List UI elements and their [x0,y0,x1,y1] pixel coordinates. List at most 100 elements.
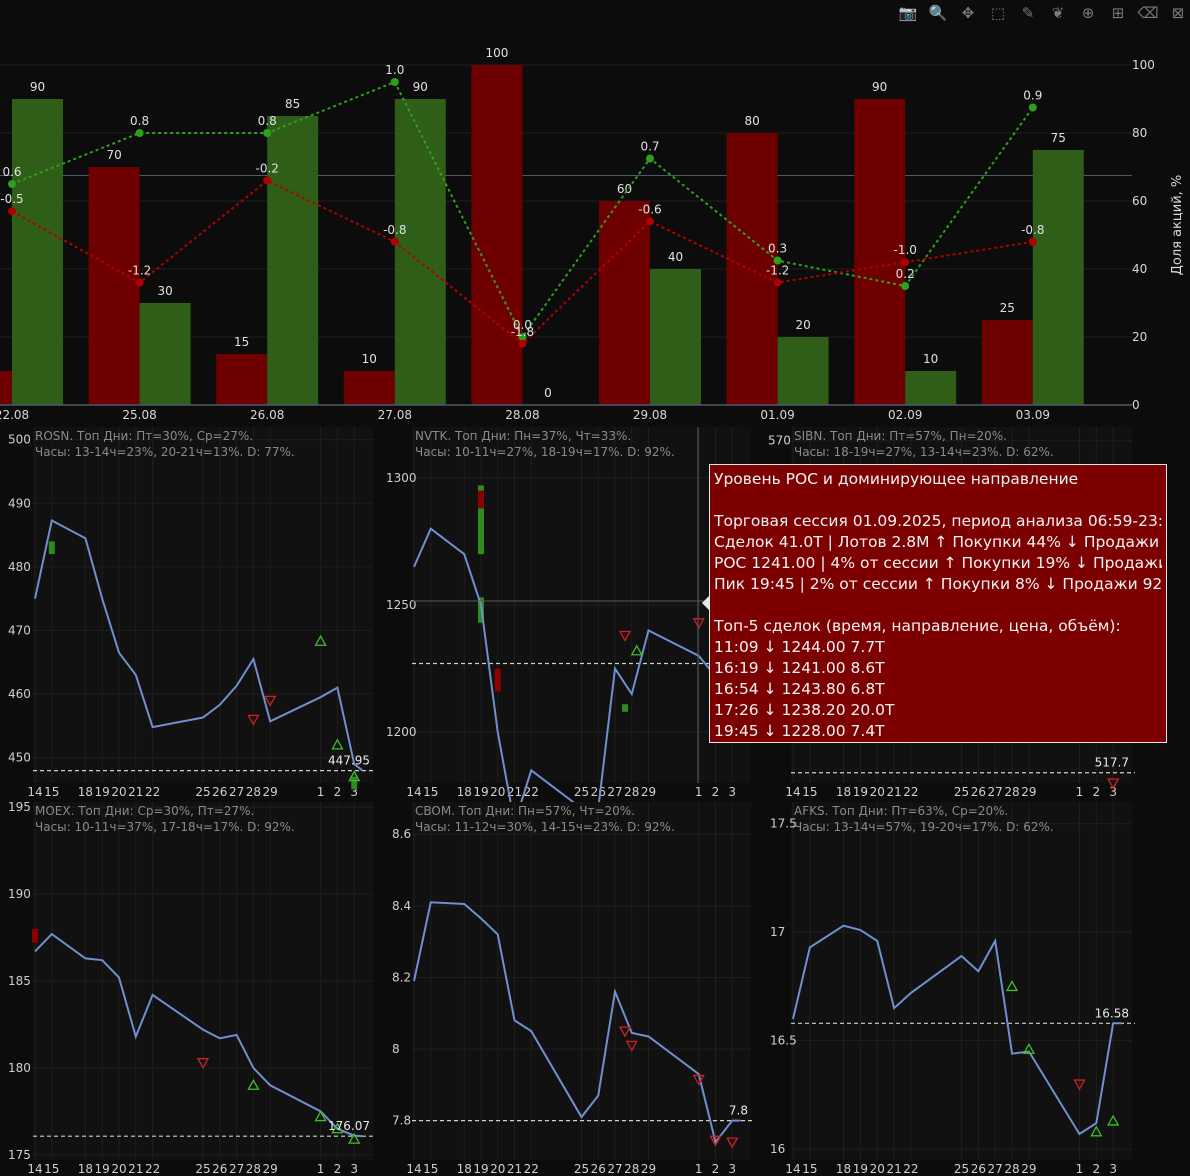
tooltip-line: 17:26 ↓ 1238.20 20.0T [714,701,895,719]
panel-xtick-label: 1 [1076,1162,1084,1176]
panel-xtick-label: 29 [1021,785,1036,799]
main-bar-label: 20 [795,318,810,332]
panel-xtick-label: 25 [954,1162,969,1176]
tooltip-line [714,595,1162,616]
zoom-in-icon[interactable]: ⊕ [1076,2,1100,24]
main-line-marker [263,129,272,137]
tooltip-line: 11:09 ↓ 1244.00 7.7T [714,638,885,656]
main-line-marker [390,78,399,86]
panel-moex: 17518018519019514 15 18 19 20 21 22 25 26 27 28 29 1… [8,800,376,1176]
panel-xtick-label: 28 [624,785,639,799]
panel-ytick-label: 8.6 [392,827,411,841]
panel-xtick-label: 2 [712,1162,720,1176]
panel-xtick-label: 26 [971,1162,986,1176]
main-bar-label: 70 [106,148,121,162]
tooltip-line: Топ-5 сделок (время, направление, цена, … [714,617,1121,635]
panel-xtick-label: 27 [988,785,1003,799]
zoom-icon[interactable]: 🔍 [926,2,950,24]
main-bar-label: 80 [744,114,759,128]
main-bar-label: 75 [1051,131,1066,145]
panel-title: AFKS. Топ Дни: Пт=63%, Ср=20%. [794,804,1008,818]
main-line-marker [8,207,16,216]
zoom-out-icon[interactable]: ⊞ [1106,2,1130,24]
panel-xtick-label: 26 [971,785,986,799]
panel-ytick-label: 1250 [386,598,417,612]
panel-xtick-label: 3 [728,785,736,799]
main-line-label: 0.9 [1023,89,1042,103]
panel-ytick-label: 16 [770,1142,785,1156]
panel-xtick-label: 19 [473,1162,488,1176]
panel-title: SIBN. Топ Дни: Пт=57%, Пн=20%. [794,429,1007,443]
panel-xtick-label: 22 [524,1162,539,1176]
main-xtick-label: 02.09 [888,408,922,422]
panel-xtick-label: 18 [78,785,93,799]
main-line-marker [8,180,16,188]
panel-title: MOEX. Топ Дни: Ср=30%, Пт=27%. [35,804,254,818]
main-bar-label: 0 [544,386,552,400]
panel-candle [622,704,629,712]
panel-ytick-label: 1200 [386,725,417,739]
panel-xtick-label: 18 [78,1162,93,1176]
panel-xtick-label: 27 [607,1162,622,1176]
panel-xtick-label: 3 [728,1162,736,1176]
main-bar-label: 30 [157,284,172,298]
panel-xtick-label: 26 [212,785,227,799]
panel-xtick-label: 15 [44,785,59,799]
main-bar [88,167,140,405]
panel-xtick-label: 19 [95,1162,110,1176]
main-line-marker [1028,237,1037,246]
main-ytick-label: 80 [1132,126,1147,140]
main-bar [267,116,319,405]
main-line-label: -1.8 [511,325,534,339]
panel-candle [48,541,55,555]
panel-ytick-label: 17.5 [770,817,797,831]
panel-ytick-label: 7.8 [392,1114,411,1128]
panel-xtick-label: 27 [607,785,622,799]
panel-xtick-label: 15 [802,1162,817,1176]
panel-xtick-label: 21 [128,785,143,799]
main-line-marker [1028,103,1037,112]
draw-freehand-icon[interactable]: ❦ [1046,2,1070,24]
main-line-marker [646,217,654,226]
panel-xtick-label: 14 [785,785,800,799]
panel-ytick-label: 175 [8,1148,31,1162]
draw-line-icon[interactable]: ✎ [1016,2,1040,24]
panel-ytick-label: 185 [8,974,31,988]
panel-xtick-label: 18 [836,1162,851,1176]
main-line-marker [390,237,399,246]
main-ytick-label: 20 [1132,330,1147,344]
panel-xtick-label: 2 [1092,1162,1100,1176]
reset-icon[interactable]: ⌫ [1136,2,1160,24]
main-xtick-label: 25.08 [122,408,156,422]
pan-icon[interactable]: ✥ [956,2,980,24]
panel-title: CBOM. Топ Дни: Пн=57%, Чт=20%. [415,804,635,818]
panel-xtick-label: 22 [903,1162,918,1176]
tooltip-line: Сделок 41.0T | Лотов 2.8M ↑ Покупки 44% … [714,533,1162,551]
box-select-icon[interactable]: ⬚ [986,2,1010,24]
main-bar-label: 100 [485,46,508,60]
main-y-axis-title: Доля акций, % [1170,175,1185,276]
hover-tooltip: Уровень POC и доминирующее направление То… [709,464,1167,743]
main-bar-label: 60 [617,182,632,196]
main-xtick-label: 03.09 [1016,408,1050,422]
panel-subtitle: Часы: 18-19ч=27%, 13-14ч=23%. D: 62%. [794,445,1054,459]
panel-ytick-label: 480 [8,560,31,574]
panel-xtick-label: 25 [195,785,210,799]
camera-icon[interactable]: 📷 [896,2,920,24]
main-bar-label: 10 [362,352,377,366]
panel-subtitle: Часы: 11-12ч=30%, 14-15ч=23%. D: 92%. [415,820,675,834]
panel-candle [351,776,358,790]
main-bar-label: 40 [668,250,683,264]
autoscale-icon[interactable]: ⊠ [1166,2,1190,24]
main-bar [139,303,191,405]
main-bar-label: 15 [234,335,249,349]
panel-xtick-label: 14 [785,1162,800,1176]
panel-xtick-label: 29 [263,785,278,799]
main-line-marker [135,129,144,137]
panel-xtick-label: 18 [457,785,472,799]
panel-xtick-label: 15 [802,785,817,799]
main-xtick-label: 28.08 [505,408,539,422]
panel-xtick-label: 25 [954,785,969,799]
panel-xtick-label: 20 [870,785,885,799]
panel-xtick-label: 19 [473,785,488,799]
